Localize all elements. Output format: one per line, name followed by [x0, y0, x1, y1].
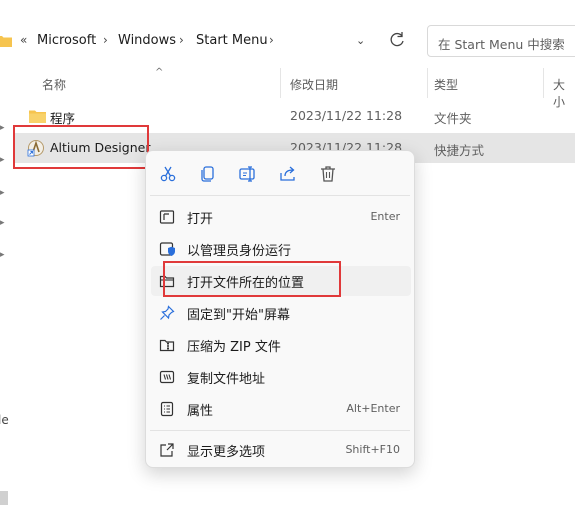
- menu-item-label: 以管理员身份运行: [187, 244, 292, 259]
- column-header-name[interactable]: 名称: [42, 76, 66, 93]
- sort-up-icon: ^: [155, 67, 164, 78]
- menu-item-label: 属性: [187, 404, 214, 419]
- nav-pane-label[interactable]: le: [0, 413, 9, 427]
- highlight-box-menu-item: [163, 261, 341, 297]
- properties-icon: [160, 401, 174, 417]
- share-icon[interactable]: [278, 164, 298, 184]
- breadcrumb-microsoft[interactable]: Microsoft: [37, 33, 96, 48]
- chevron-down-icon[interactable]: ⌄: [356, 34, 365, 47]
- menu-divider: [150, 430, 410, 431]
- breadcrumb-windows[interactable]: Windows: [118, 33, 176, 48]
- scrollbar-thumb[interactable]: [0, 491, 8, 505]
- expand-arrow-icon[interactable]: ▸: [0, 155, 5, 165]
- menu-item-open[interactable]: 打开 Enter: [151, 202, 411, 232]
- rename-icon[interactable]: [238, 164, 258, 184]
- column-header-type[interactable]: 类型: [434, 76, 458, 93]
- menu-divider: [150, 195, 410, 196]
- delete-icon[interactable]: [318, 164, 338, 184]
- highlight-box-file: [13, 125, 149, 169]
- folder-icon: [29, 110, 46, 123]
- zip-icon: [159, 339, 175, 352]
- menu-item-label: 显示更多选项: [187, 445, 266, 460]
- copy-icon[interactable]: [198, 164, 218, 184]
- folder-icon: [0, 36, 12, 47]
- refresh-icon[interactable]: [387, 30, 407, 50]
- address-bar[interactable]: « Microsoft › Windows › Start Menu › ⌄: [0, 22, 420, 60]
- file-type: 文件夹: [434, 111, 472, 126]
- menu-item-shortcut: Enter: [370, 210, 400, 223]
- cut-icon[interactable]: [158, 164, 178, 184]
- copy-path-icon: [159, 370, 175, 384]
- expand-arrow-icon[interactable]: ▸: [0, 218, 5, 228]
- chevron-right-icon[interactable]: ›: [269, 33, 274, 47]
- column-divider[interactable]: [543, 68, 544, 98]
- menu-item-run-as-admin[interactable]: 以管理员身份运行: [151, 234, 411, 264]
- file-type: 快捷方式: [434, 143, 485, 158]
- column-divider[interactable]: [427, 68, 428, 98]
- overflow-chevron[interactable]: «: [20, 33, 27, 47]
- menu-item-properties[interactable]: 属性 Alt+Enter: [151, 394, 411, 424]
- menu-item-label: 压缩为 ZIP 文件: [187, 340, 281, 355]
- expand-arrow-icon[interactable]: ▸: [0, 188, 5, 198]
- chevron-right-icon: ›: [103, 33, 108, 47]
- search-input[interactable]: 在 Start Menu 中搜索: [427, 25, 575, 57]
- chevron-right-icon: ›: [179, 33, 184, 47]
- expand-arrow-icon[interactable]: ▸: [0, 250, 5, 260]
- menu-item-pin-to-start[interactable]: 固定到"开始"屏幕: [151, 298, 411, 328]
- menu-item-label: 打开: [187, 212, 214, 227]
- menu-item-compress-zip[interactable]: 压缩为 ZIP 文件: [151, 330, 411, 360]
- menu-item-label: 固定到"开始"屏幕: [187, 308, 290, 323]
- open-icon: [159, 210, 175, 224]
- context-menu: 打开 Enter 以管理员身份运行 打开文件所在的位置 固定到"开始"屏幕 压缩…: [145, 150, 415, 468]
- file-modified: 2023/11/22 11:28: [290, 108, 403, 123]
- expand-arrow-icon[interactable]: ▸: [0, 123, 5, 133]
- pin-icon: [160, 305, 175, 320]
- menu-item-show-more-options[interactable]: 显示更多选项 Shift+F10: [151, 435, 411, 465]
- more-options-icon: [160, 443, 174, 457]
- menu-item-label: 复制文件地址: [187, 372, 266, 387]
- menu-item-shortcut: Alt+Enter: [346, 402, 400, 415]
- shield-icon: [159, 242, 175, 256]
- breadcrumb-start-menu[interactable]: Start Menu: [196, 33, 268, 48]
- column-divider[interactable]: [280, 68, 281, 98]
- column-header-modified[interactable]: 修改日期: [290, 76, 338, 93]
- menu-item-copy-path[interactable]: 复制文件地址: [151, 362, 411, 392]
- menu-item-shortcut: Shift+F10: [345, 443, 400, 456]
